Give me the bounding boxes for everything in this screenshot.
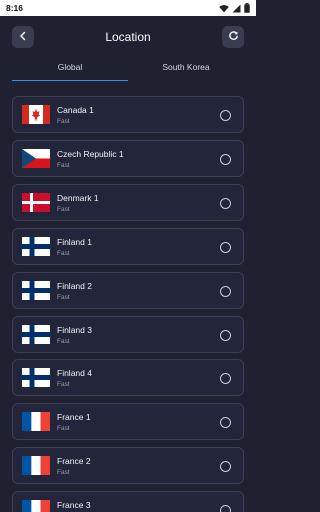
server-speed: Fast xyxy=(57,205,70,213)
page-title: Location xyxy=(105,30,151,44)
server-radio-button[interactable] xyxy=(220,241,231,253)
denmark-flag-icon xyxy=(22,192,50,212)
server-name: Finland 2 xyxy=(57,280,92,291)
server-radio-button[interactable] xyxy=(220,197,231,209)
server-name: Czech Republic 1 xyxy=(57,148,124,159)
server-item[interactable]: Finland 2 Fast xyxy=(12,271,244,309)
finland-flag-icon xyxy=(22,368,50,388)
server-item[interactable]: France 3Fast xyxy=(12,491,244,512)
tab-south-korea[interactable]: South Korea xyxy=(128,58,244,82)
tab-bar: Global South Korea xyxy=(12,58,244,82)
server-name: Canada 1 xyxy=(57,105,94,115)
server-item[interactable]: Denmark 1 Fast xyxy=(12,183,244,221)
server-speed: Fast xyxy=(57,118,70,125)
server-speed: Fast xyxy=(57,161,70,169)
server-name: France 2 xyxy=(57,456,91,467)
france-flag-icon xyxy=(22,412,50,432)
server-name: Finland 1 xyxy=(57,236,92,247)
status-time: 8:16 xyxy=(6,3,24,13)
status-bar: 8:16 xyxy=(0,0,256,16)
battery-icon xyxy=(244,3,250,13)
czech-republic-flag-icon xyxy=(22,148,50,168)
france-flag-icon xyxy=(22,500,50,512)
canada-flag-icon xyxy=(22,105,50,124)
server-name: France 3 xyxy=(57,500,91,511)
server-item[interactable]: Czech Republic 1 Fast xyxy=(12,139,244,177)
header: Location xyxy=(0,22,256,54)
cellular-signal-icon xyxy=(232,4,241,13)
finland-flag-icon xyxy=(22,236,50,256)
france-flag-icon xyxy=(22,456,50,476)
server-name: Finland 4 xyxy=(57,368,92,379)
refresh-button[interactable] xyxy=(222,26,244,48)
server-name: France 1 xyxy=(57,412,91,423)
wifi-icon xyxy=(219,4,229,13)
server-speed: Fast xyxy=(57,381,70,389)
server-radio-button[interactable] xyxy=(220,417,231,429)
server-speed: Fast xyxy=(57,337,70,345)
server-radio-button[interactable] xyxy=(220,505,231,512)
server-speed: Fast xyxy=(57,425,70,433)
finland-flag-icon xyxy=(22,324,50,344)
server-name: Denmark 1 xyxy=(57,192,99,203)
finland-flag-icon xyxy=(22,280,50,300)
server-item[interactable]: France 1 Fast xyxy=(12,403,244,441)
server-speed: Fast xyxy=(57,249,70,257)
server-radio-button[interactable] xyxy=(220,461,231,473)
server-item[interactable]: France 2 Fast xyxy=(12,447,244,485)
server-radio-button[interactable] xyxy=(220,110,231,121)
status-icons xyxy=(219,3,250,13)
server-name: Finland 3 xyxy=(57,324,92,335)
server-speed: Fast xyxy=(57,293,70,301)
server-radio-button[interactable] xyxy=(220,285,231,297)
server-item[interactable]: Finland 3 Fast xyxy=(12,315,244,353)
server-speed: Fast xyxy=(57,469,70,477)
server-item[interactable]: Finland 1 Fast xyxy=(12,227,244,265)
server-item[interactable]: Finland 4 Fast xyxy=(12,359,244,397)
server-item[interactable]: Canada 1 Fast xyxy=(12,96,244,133)
refresh-icon xyxy=(228,28,239,46)
server-radio-button[interactable] xyxy=(220,153,231,165)
server-radio-button[interactable] xyxy=(220,329,231,341)
tab-global[interactable]: Global xyxy=(12,58,128,82)
server-radio-button[interactable] xyxy=(220,373,231,385)
